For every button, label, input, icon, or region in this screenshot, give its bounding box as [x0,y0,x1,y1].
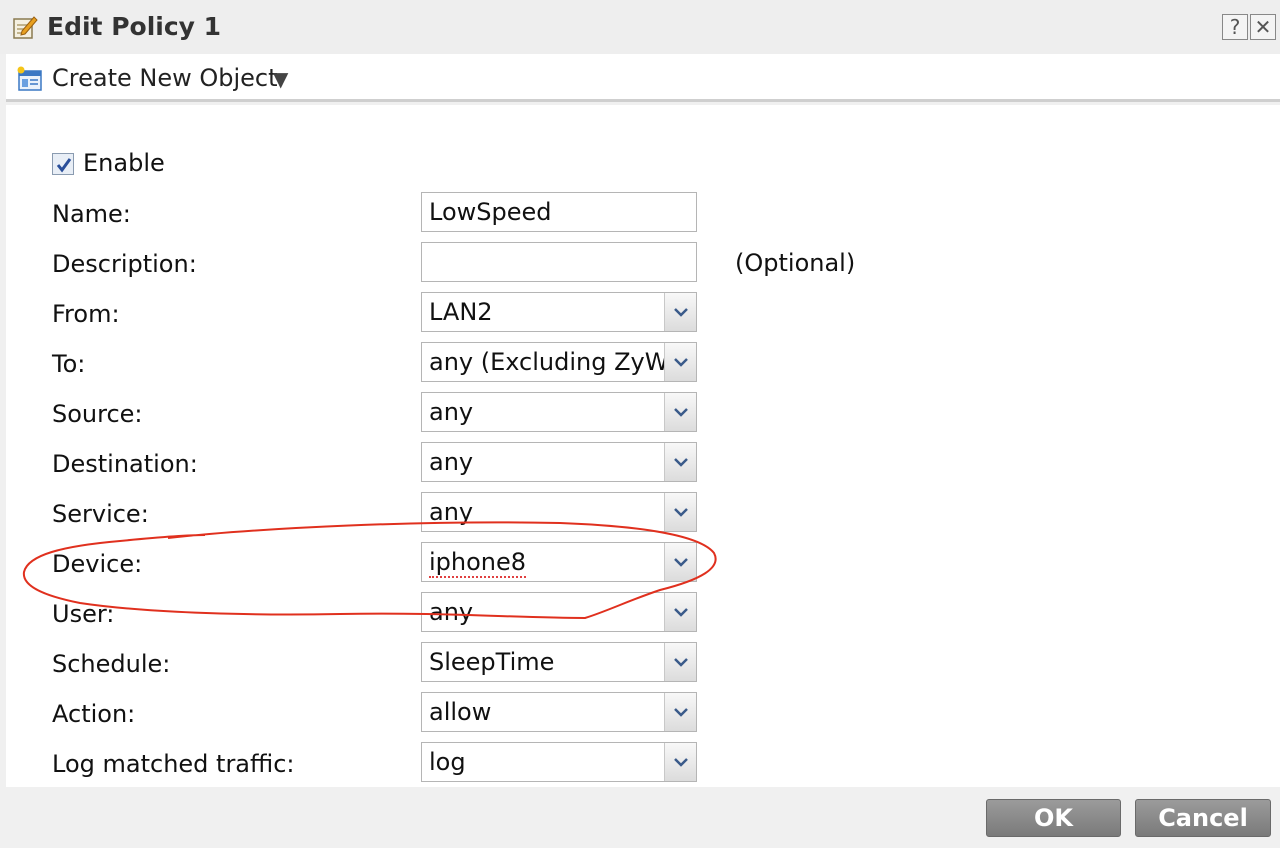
dropdown-button[interactable] [664,493,696,531]
from-select[interactable]: LAN2 [421,292,697,332]
description-input[interactable] [421,242,697,282]
dropdown-button[interactable] [664,443,696,481]
chevron-down-icon [674,508,688,517]
chevron-down-icon [674,558,688,567]
log-value: log [429,748,466,776]
dropdown-button[interactable] [664,693,696,731]
action-select[interactable]: allow [421,692,697,732]
ok-button[interactable]: OK [986,799,1121,837]
chevron-down-icon [674,608,688,617]
destination-label: Destination: [52,450,198,478]
checkmark-icon [56,158,72,173]
chevron-down-icon [674,308,688,317]
dropdown-button[interactable] [664,293,696,331]
device-select[interactable]: iphone8 [421,542,697,582]
source-label: Source: [52,400,143,428]
chevron-down-icon [674,408,688,417]
device-value-wrap: iphone8 [422,543,665,581]
user-label: User: [52,600,115,628]
user-value: any [429,598,474,626]
dropdown-button[interactable] [664,393,696,431]
source-value: any [429,398,474,426]
to-value: any (Excluding ZyWALL) [429,348,665,376]
chevron-down-icon [674,358,688,367]
name-input[interactable]: LowSpeed [421,192,697,232]
caret-down-icon: ▼ [273,67,289,91]
action-label: Action: [52,700,136,728]
enable-checkbox[interactable] [52,153,74,175]
destination-value: any [429,448,474,476]
service-value: any [429,498,474,526]
edit-icon [13,16,38,39]
create-new-object-label: Create New Object [52,64,278,92]
schedule-value: SleepTime [429,648,555,676]
dropdown-button[interactable] [664,643,696,681]
chevron-down-icon [674,658,688,667]
log-select[interactable]: log [421,742,697,782]
service-select[interactable]: any [421,492,697,532]
enable-label: Enable [83,149,165,177]
from-value: LAN2 [429,298,493,326]
schedule-select[interactable]: SleepTime [421,642,697,682]
dialog-title: Edit Policy 1 [47,12,222,41]
service-label: Service: [52,500,149,528]
device-label: Device: [52,550,143,578]
to-label: To: [52,350,86,378]
name-label: Name: [52,200,131,228]
chevron-down-icon [674,758,688,767]
cancel-button[interactable]: Cancel [1135,799,1271,837]
dialog-footer: OK Cancel [0,787,1280,848]
dropdown-button[interactable] [664,343,696,381]
to-select[interactable]: any (Excluding ZyWALL) [421,342,697,382]
description-label: Description: [52,250,197,278]
new-object-icon [17,66,42,91]
destination-select[interactable]: any [421,442,697,482]
dialog-titlebar: Edit Policy 1 ? ✕ [0,0,1280,54]
close-button[interactable]: ✕ [1250,14,1276,40]
help-button[interactable]: ? [1222,14,1248,40]
dropdown-button[interactable] [664,593,696,631]
user-select[interactable]: any [421,592,697,632]
source-select[interactable]: any [421,392,697,432]
log-label: Log matched traffic: [52,750,295,778]
action-value: allow [429,698,492,726]
from-label: From: [52,300,120,328]
toolbar: Create New Object ▼ [6,54,1280,102]
optional-hint: (Optional) [735,249,856,277]
policy-form: Enable Name: LowSpeed Description: (Opti… [6,105,1280,787]
device-value: iphone8 [429,548,527,578]
chevron-down-icon [674,708,688,717]
dropdown-button[interactable] [664,543,696,581]
dropdown-button[interactable] [664,743,696,781]
schedule-label: Schedule: [52,650,171,678]
chevron-down-icon [674,458,688,467]
